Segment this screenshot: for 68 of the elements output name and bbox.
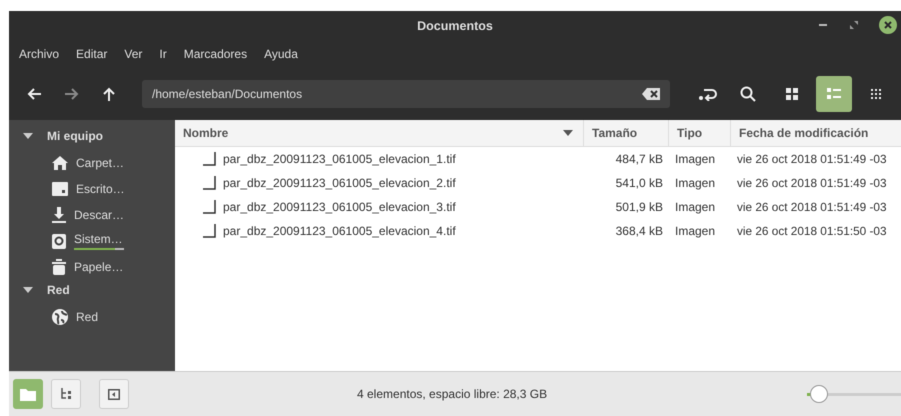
table-cell: Imagen bbox=[675, 200, 716, 214]
home-icon bbox=[52, 156, 68, 170]
close-icon[interactable] bbox=[879, 16, 897, 34]
sidebar-item[interactable]: Papele… bbox=[74, 260, 124, 274]
column-header[interactable]: Nombre bbox=[175, 120, 584, 146]
sidebar-toggle-icon bbox=[108, 388, 120, 400]
menu-item[interactable]: Ver bbox=[124, 47, 142, 61]
table-cell: 484,7 kB bbox=[616, 152, 663, 166]
table-cell: par_dbz_20091123_061005_elevacion_4.tif bbox=[223, 224, 456, 238]
zoom-slider[interactable] bbox=[807, 385, 901, 403]
list-icon bbox=[827, 88, 841, 100]
dot-grid-icon bbox=[871, 89, 881, 99]
column-header[interactable]: Fecha de modificación bbox=[731, 120, 901, 146]
table-cell: par_dbz_20091123_061005_elevacion_2.tif bbox=[223, 176, 456, 190]
globe-icon bbox=[52, 309, 68, 325]
sidebar-item[interactable]: Descar… bbox=[74, 208, 124, 222]
table-cell: Imagen bbox=[675, 152, 716, 166]
search-icon[interactable] bbox=[740, 86, 756, 102]
desktop-icon bbox=[52, 182, 68, 196]
toggle-location-icon[interactable] bbox=[698, 87, 718, 101]
expander-icon[interactable] bbox=[23, 286, 33, 294]
file-icon bbox=[203, 176, 217, 190]
menu-item[interactable]: Editar bbox=[76, 47, 108, 61]
folder-icon bbox=[20, 388, 36, 400]
maximize-icon[interactable] bbox=[849, 20, 859, 30]
menu-item[interactable]: Marcadores bbox=[184, 47, 248, 61]
sidebar-item[interactable]: Sistem… bbox=[74, 232, 124, 246]
menu-item[interactable]: Archivo bbox=[19, 47, 60, 61]
menu-item[interactable]: Ir bbox=[159, 47, 167, 61]
file-icon bbox=[203, 200, 217, 214]
minimize-icon[interactable] bbox=[819, 23, 829, 27]
location-field[interactable]: /home/esteban/Documentos bbox=[142, 80, 670, 108]
file-icon bbox=[203, 224, 217, 238]
grid-icon bbox=[786, 88, 798, 100]
file-icon bbox=[203, 152, 217, 166]
table-cell: 541,0 kB bbox=[616, 176, 663, 190]
sidebar-item[interactable]: Escrito… bbox=[76, 182, 125, 196]
column-header[interactable]: Tipo bbox=[669, 120, 731, 146]
section-header: Red bbox=[47, 283, 70, 297]
tree-sidebar-button[interactable] bbox=[51, 379, 81, 409]
forward-arrow-icon[interactable] bbox=[64, 87, 80, 101]
table-cell: par_dbz_20091123_061005_elevacion_1.tif bbox=[223, 152, 456, 166]
back-arrow-icon[interactable] bbox=[26, 87, 42, 101]
sidebar-item[interactable]: Carpet… bbox=[76, 156, 124, 170]
table-cell: Imagen bbox=[675, 176, 716, 190]
sort-arrow-icon[interactable] bbox=[563, 130, 573, 136]
table-cell: 368,4 kB bbox=[616, 224, 663, 238]
expander-icon[interactable] bbox=[23, 132, 33, 140]
table-cell: vie 26 oct 2018 01:51:49 -03 bbox=[737, 152, 887, 166]
download-icon bbox=[52, 207, 66, 223]
table-cell: par_dbz_20091123_061005_elevacion_3.tif bbox=[223, 200, 456, 214]
tree-icon bbox=[60, 388, 72, 400]
clear-icon[interactable] bbox=[642, 88, 660, 100]
table-cell: vie 26 oct 2018 01:51:50 -03 bbox=[737, 224, 887, 238]
hide-sidebar-button[interactable] bbox=[99, 379, 129, 409]
drive-icon bbox=[52, 234, 66, 248]
section-header: Mi equipo bbox=[47, 129, 103, 143]
trash-icon bbox=[52, 259, 66, 275]
table-cell: vie 26 oct 2018 01:51:49 -03 bbox=[737, 200, 887, 214]
column-header[interactable]: Tamaño bbox=[584, 120, 669, 146]
sidebar-item[interactable]: Red bbox=[76, 310, 98, 324]
menu-item[interactable]: Ayuda bbox=[264, 47, 298, 61]
window-title: Documentos bbox=[417, 18, 493, 32]
table-cell: Imagen bbox=[675, 224, 716, 238]
up-arrow-icon[interactable] bbox=[102, 86, 116, 102]
table-cell: vie 26 oct 2018 01:51:49 -03 bbox=[737, 176, 887, 190]
table-cell: 501,9 kB bbox=[616, 200, 663, 214]
status-text: 4 elementos, espacio libre: 28,3 GB bbox=[357, 387, 548, 401]
